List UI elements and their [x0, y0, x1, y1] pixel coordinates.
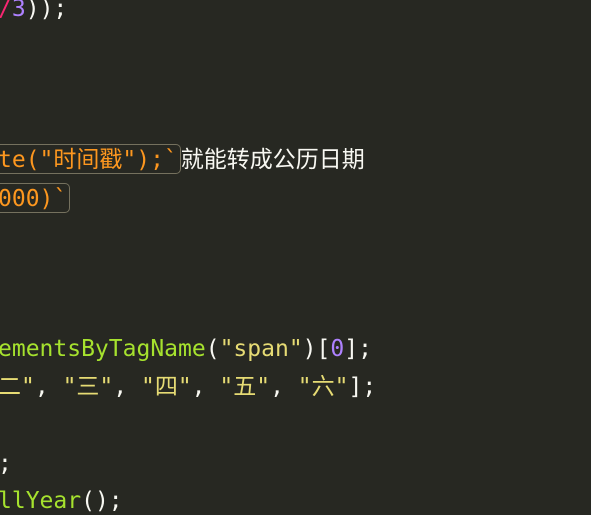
code-line-1: /3)); — [0, 0, 67, 24]
number-token: 0 — [330, 336, 345, 362]
punctuation-token: ( — [205, 336, 220, 362]
punctuation-token: , — [270, 374, 298, 400]
string-token: "四" — [140, 374, 192, 400]
punctuation-token: )[ — [302, 336, 331, 362]
function-token: ementsByTagName — [0, 336, 206, 362]
punctuation-token: , — [34, 374, 63, 400]
code-line-7: llYear(); — [0, 486, 123, 515]
code-editor[interactable]: /3)); te("时间戳");`就能转成公历日期 000)` ementsBy… — [0, 0, 591, 515]
string-token: "六" — [297, 374, 349, 400]
punctuation-token: (); — [81, 488, 123, 514]
template-literal: te("时间戳");` — [0, 144, 181, 174]
function-token: llYear — [0, 488, 82, 514]
number-token: 3 — [11, 0, 26, 22]
punctuation-token: , — [113, 374, 141, 400]
string-token: "三" — [62, 374, 114, 400]
string-token: "五" — [219, 374, 271, 400]
operator-token: / — [0, 0, 12, 22]
code-line-5: 二", "三", "四", "五", "六"]; — [0, 372, 376, 402]
line-comment: 就能转成公历日期 — [180, 147, 365, 173]
punctuation-token: ; — [0, 451, 12, 477]
punctuation-token: , — [191, 374, 220, 400]
punctuation-token: ]; — [348, 374, 377, 400]
code-line-3: 000)` — [0, 183, 71, 213]
string-token: 二" — [0, 374, 35, 400]
code-line-6: ; — [0, 449, 12, 479]
string-token: "span" — [219, 336, 303, 362]
code-line-4: ementsByTagName("span")[0]; — [0, 334, 372, 364]
template-literal: 000)` — [0, 183, 71, 213]
punctuation-token: )); — [25, 0, 68, 22]
code-line-2: te("时间戳");` 就能转成公历日期 — [0, 144, 365, 174]
punctuation-token: ]; — [344, 336, 372, 362]
